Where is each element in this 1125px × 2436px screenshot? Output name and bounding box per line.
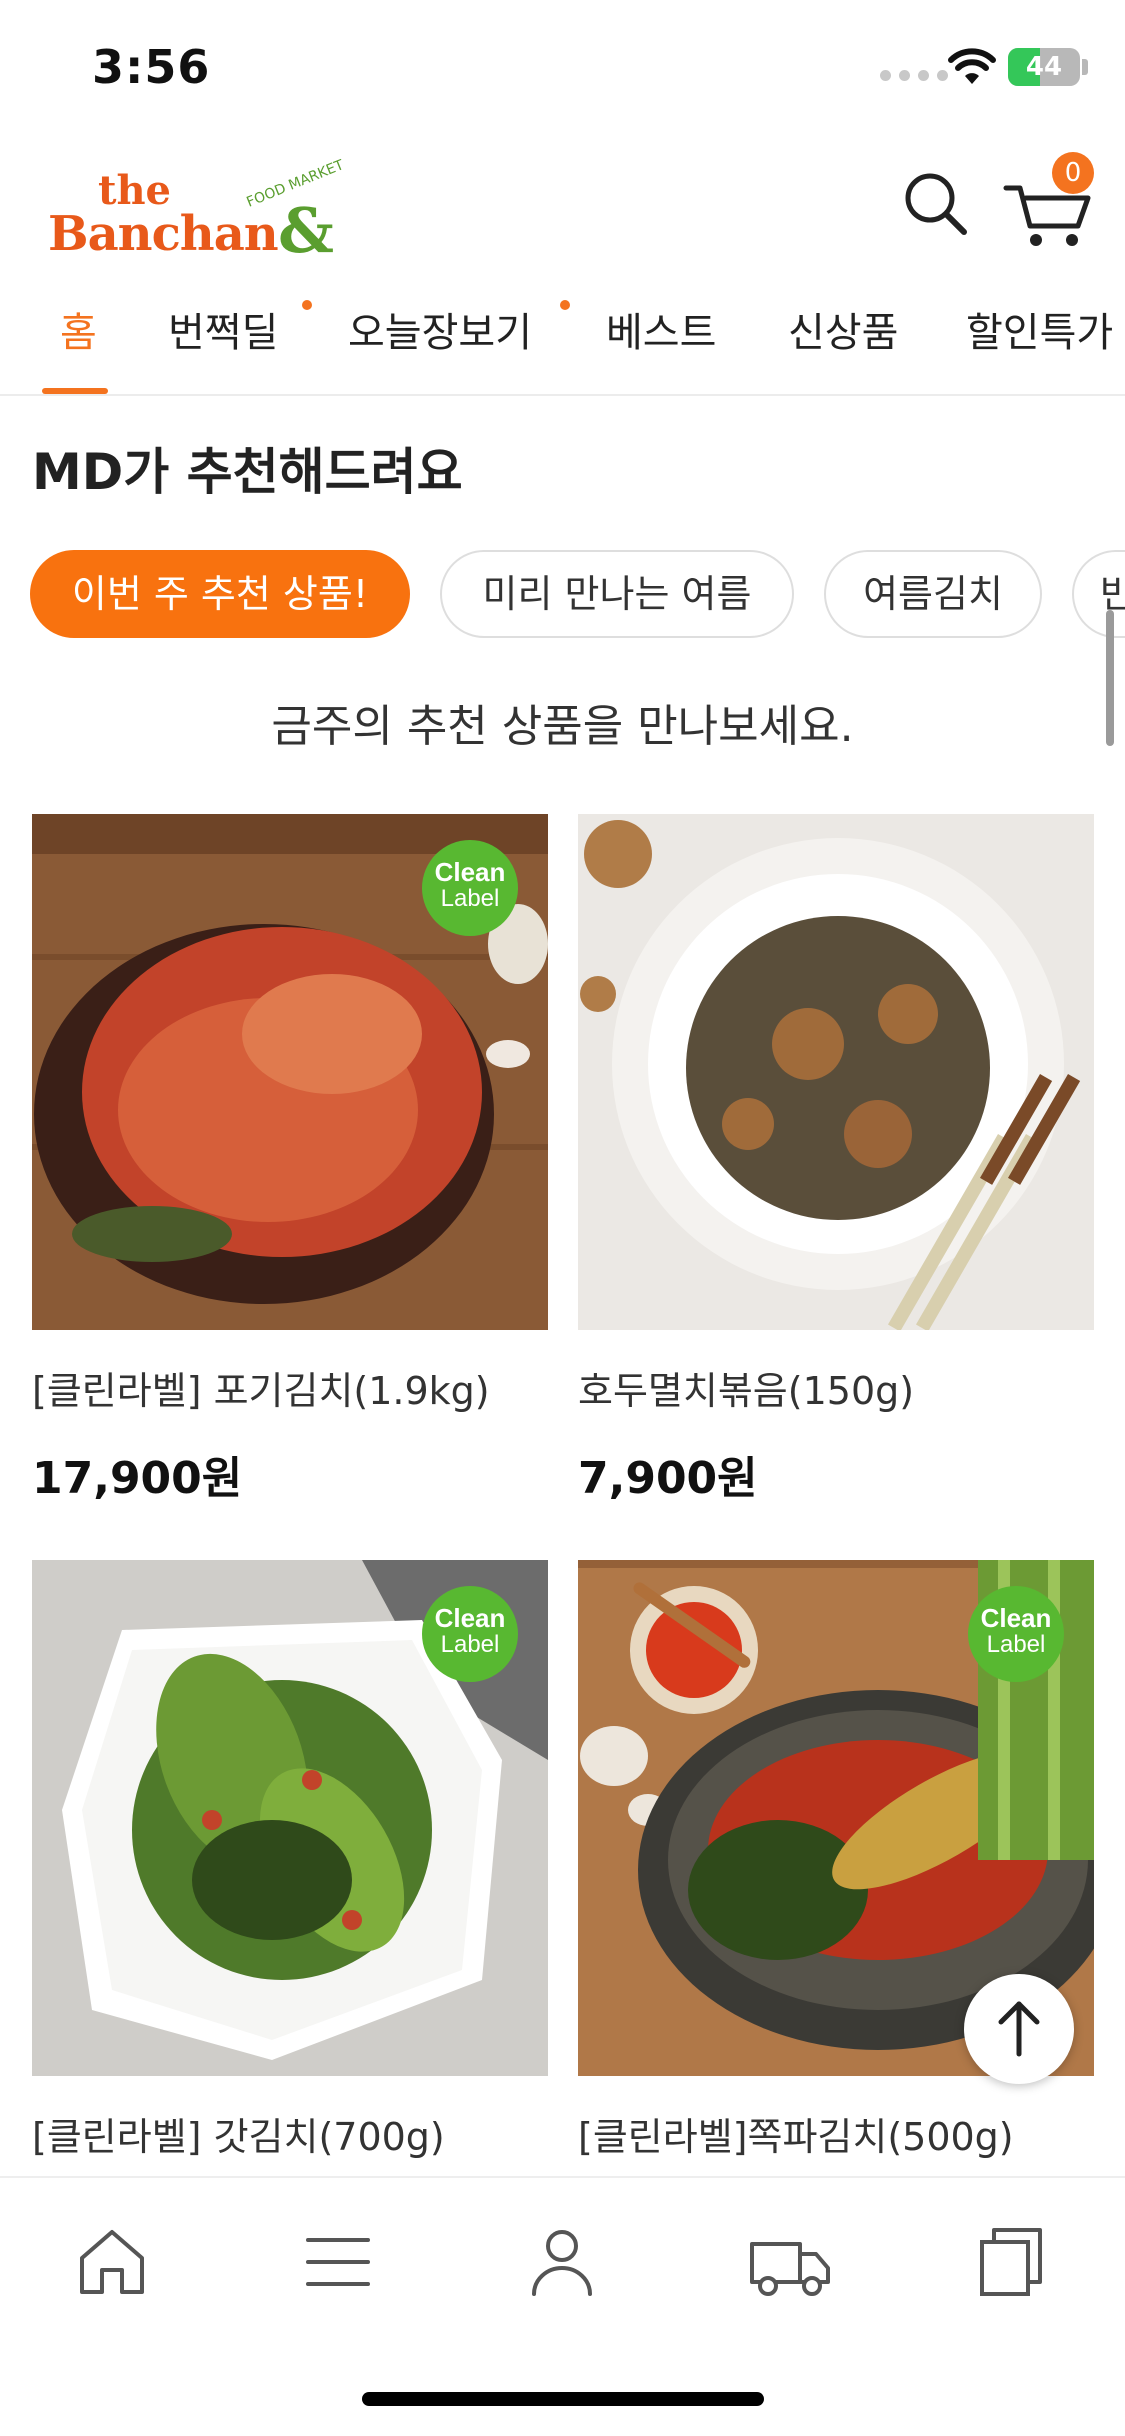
product-name[interactable]: [클린라벨] 포기김치(1.9kg) [32, 1360, 490, 1415]
product-card[interactable]: Clean Label [클린라벨] 포기김치(1.9kg) 17,900원 [32, 814, 548, 1514]
brand-logo[interactable]: the Banchan & FOOD MARKET [46, 152, 366, 262]
product-card[interactable]: Clean Label [클린라벨]쪽파김치(500g) [578, 1560, 1094, 2180]
filter-chips: 이번 주 추천 상품! 미리 만나는 여름 여름김치 반 [0, 550, 1125, 640]
tab-discount[interactable]: 할인특가 [966, 300, 1113, 358]
cellular-signal-icon [880, 70, 948, 81]
status-time: 3:56 [92, 40, 211, 94]
product-card[interactable]: Clean Label [클린라벨] 갓김치(700g) [32, 1560, 548, 2180]
tab-best[interactable]: 베스트 [606, 300, 716, 358]
cart-count-badge: 0 [1052, 152, 1094, 194]
clean-label-badge: Clean Label [968, 1586, 1064, 1682]
active-tab-indicator [42, 388, 108, 394]
battery-icon: 44 [1008, 48, 1080, 86]
battery-level: 44 [1025, 52, 1063, 82]
status-bar: 3:56 44 [0, 0, 1125, 140]
clean-label-badge: Clean Label [422, 840, 518, 936]
scroll-to-top-button[interactable] [964, 1974, 1074, 2084]
tab-flash-deal[interactable]: 번쩍딜 [168, 300, 278, 358]
clean-label-badge: Clean Label [422, 1586, 518, 1682]
section-subtitle: 금주의 추천 상품을 만나보세요. [271, 701, 854, 752]
product-price: 7,900원 [578, 1453, 758, 1504]
section-title: MD가 추천해드려요 [32, 443, 463, 501]
product-name[interactable]: [클린라벨]쪽파김치(500g) [578, 2106, 1014, 2161]
app-header: the Banchan & FOOD MARKET 0 [0, 140, 1125, 270]
tab-home[interactable]: 홈 [60, 300, 97, 358]
user-icon[interactable] [522, 2222, 602, 2302]
svg-text:Banchan: Banchan [48, 206, 278, 262]
home-indicator[interactable] [362, 2392, 764, 2406]
product-card[interactable]: 호두멸치볶음(150g) 7,900원 [578, 814, 1094, 1514]
menu-icon[interactable] [298, 2222, 378, 2302]
copy-icon[interactable] [970, 2222, 1050, 2302]
battery-cap [1082, 59, 1088, 75]
product-name[interactable]: [클린라벨] 갓김치(700g) [32, 2106, 445, 2161]
truck-icon[interactable] [748, 2222, 832, 2302]
tab-new-dot [302, 300, 312, 310]
tab-new-dot [560, 300, 570, 310]
chip-weekly-picks[interactable]: 이번 주 추천 상품! [30, 550, 410, 638]
product-image-anchovy-walnut[interactable] [578, 814, 1094, 1330]
home-icon[interactable] [72, 2222, 152, 2302]
chip-partial[interactable]: 반 [1072, 550, 1125, 638]
wifi-icon [948, 48, 996, 84]
tab-today-market[interactable]: 오늘장보기 [348, 300, 532, 358]
svg-text:&: & [278, 194, 334, 262]
product-price: 17,900원 [32, 1453, 243, 1504]
app-screen: 3:56 44 the Banchan & FOOD MARKET 0 홈 번쩍… [0, 0, 1125, 2436]
search-icon[interactable] [900, 168, 972, 240]
tab-new-products[interactable]: 신상품 [788, 300, 898, 358]
product-name[interactable]: 호두멸치볶음(150g) [578, 1360, 914, 1415]
category-tabs: 홈 번쩍딜 오늘장보기 베스트 신상품 할인특가 [0, 270, 1125, 396]
chip-early-summer[interactable]: 미리 만나는 여름 [440, 550, 794, 638]
chip-summer-kimchi[interactable]: 여름김치 [824, 550, 1042, 638]
